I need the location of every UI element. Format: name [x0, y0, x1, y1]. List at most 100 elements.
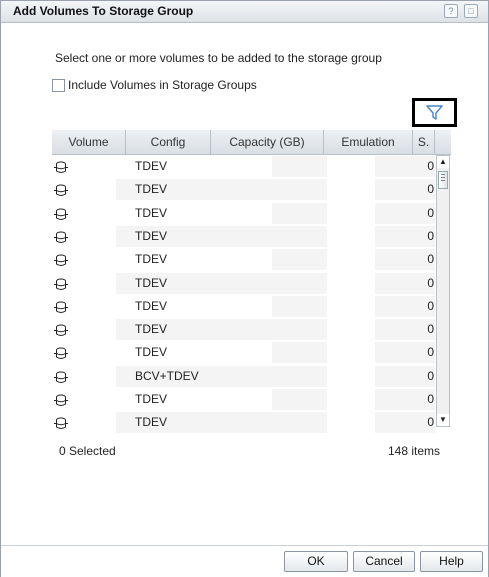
scroll-down-icon[interactable]: ▼ — [437, 414, 449, 426]
scroll-thumb[interactable] — [438, 171, 448, 189]
table-row[interactable]: BCV+TDEV 0 — [52, 365, 435, 388]
s-cell: 0 — [424, 249, 435, 271]
s-cell: 0 — [424, 389, 435, 410]
column-header-capacity[interactable]: Capacity (GB) — [211, 130, 324, 154]
config-cell: TDEV — [135, 345, 168, 360]
emulation-cell — [327, 202, 424, 224]
item-count: 148 items — [388, 444, 441, 458]
s-cell: 0 — [424, 295, 435, 317]
header-scroll-corner — [435, 130, 451, 154]
column-header-emulation[interactable]: Emulation — [324, 130, 413, 154]
filter-button[interactable] — [412, 98, 457, 127]
dialog-title: Add Volumes To Storage Group — [13, 4, 194, 18]
volume-cell — [52, 226, 116, 247]
emulation-cell — [327, 156, 424, 177]
capacity-cell — [208, 225, 327, 247]
add-volumes-dialog: Add Volumes To Storage Group ? □ Select … — [0, 0, 489, 577]
capacity-cell — [208, 412, 327, 433]
s-cell: 0 — [424, 202, 435, 224]
table-row[interactable]: TDEV 0 — [52, 411, 435, 433]
capacity-cell — [208, 179, 327, 201]
capacity-cell — [208, 156, 327, 177]
cancel-button[interactable]: Cancel — [353, 551, 415, 572]
emulation-cell — [327, 179, 424, 201]
capacity-cell — [208, 365, 327, 387]
capacity-cell — [208, 249, 327, 271]
config-cell: BCV+TDEV — [116, 365, 208, 387]
config-cell: TDEV — [116, 319, 208, 341]
capacity-cell — [208, 295, 327, 317]
table-row[interactable]: TDEV 0 — [52, 388, 435, 411]
title-bar[interactable]: Add Volumes To Storage Group ? □ — [1, 1, 488, 23]
volume-cell — [52, 156, 116, 177]
column-header-config[interactable]: Config — [126, 130, 211, 154]
table-row[interactable]: TDEV 0 — [52, 318, 435, 341]
config-cell: TDEV — [116, 225, 208, 247]
volume-cell — [52, 203, 116, 224]
table-row[interactable]: TDEV 0 — [52, 155, 435, 178]
help-button[interactable]: Help — [420, 551, 483, 572]
ok-button[interactable]: OK — [284, 551, 348, 572]
volume-cell — [52, 319, 116, 340]
s-cell: 0 — [424, 319, 435, 341]
table-row[interactable]: TDEV 0 — [52, 248, 435, 271]
volumes-table: Volume Config Capacity (GB) Emulation S.… — [52, 130, 451, 433]
instructions-text: Select one or more volumes to be added t… — [55, 51, 382, 65]
filter-icon — [426, 105, 443, 120]
maximize-icon[interactable]: □ — [464, 4, 478, 18]
emulation-cell — [327, 295, 424, 317]
column-header-s[interactable]: S. — [413, 130, 435, 154]
table-row[interactable]: TDEV 0 — [52, 178, 435, 201]
emulation-cell — [327, 225, 424, 247]
s-cell: 0 — [424, 179, 435, 201]
table-row[interactable]: TDEV 0 — [52, 272, 435, 295]
table-row[interactable]: TDEV 0 — [52, 341, 435, 364]
config-cell: TDEV — [116, 272, 208, 294]
table-row[interactable]: TDEV 0 — [52, 295, 435, 318]
config-cell: TDEV — [116, 179, 208, 201]
volume-cell — [52, 342, 116, 363]
volume-cell — [52, 366, 116, 387]
s-cell: 0 — [424, 225, 435, 247]
help-icon[interactable]: ? — [444, 4, 458, 18]
emulation-cell — [327, 365, 424, 387]
capacity-cell — [208, 342, 327, 364]
table-row[interactable]: TDEV 0 — [52, 202, 435, 225]
config-cell: TDEV — [135, 392, 168, 406]
selected-count: 0 Selected — [59, 444, 116, 458]
s-cell: 0 — [424, 342, 435, 364]
table-vertical-scrollbar[interactable]: ▲ ▼ — [436, 155, 450, 427]
volume-icon — [54, 416, 68, 433]
config-cell: TDEV — [116, 412, 208, 433]
config-cell: TDEV — [135, 252, 168, 267]
include-volumes-checkbox[interactable] — [52, 79, 65, 92]
include-volumes-label[interactable]: Include Volumes in Storage Groups — [68, 78, 257, 92]
s-cell: 0 — [424, 156, 435, 177]
column-header-volume[interactable]: Volume — [52, 130, 126, 154]
capacity-cell — [208, 319, 327, 341]
config-cell: TDEV — [135, 205, 168, 220]
emulation-cell — [327, 412, 424, 433]
config-cell: TDEV — [135, 298, 168, 313]
s-cell: 0 — [424, 412, 435, 433]
emulation-cell — [327, 272, 424, 294]
table-row[interactable]: TDEV 0 — [52, 225, 435, 248]
volume-cell — [52, 249, 116, 270]
capacity-cell — [208, 272, 327, 294]
emulation-cell — [327, 319, 424, 341]
config-cell: TDEV — [135, 159, 168, 173]
table-header: Volume Config Capacity (GB) Emulation S. — [52, 130, 451, 155]
scroll-up-icon[interactable]: ▲ — [437, 156, 449, 168]
volume-cell — [52, 296, 116, 317]
volume-cell — [52, 412, 116, 433]
volume-cell — [52, 389, 116, 410]
emulation-cell — [327, 249, 424, 271]
dialog-footer: OK Cancel Help — [1, 545, 488, 577]
volume-cell — [52, 179, 116, 200]
volume-cell — [52, 273, 116, 294]
s-cell: 0 — [424, 365, 435, 387]
emulation-cell — [327, 389, 424, 410]
capacity-cell — [208, 389, 327, 410]
capacity-cell — [208, 202, 327, 224]
s-cell: 0 — [424, 272, 435, 294]
